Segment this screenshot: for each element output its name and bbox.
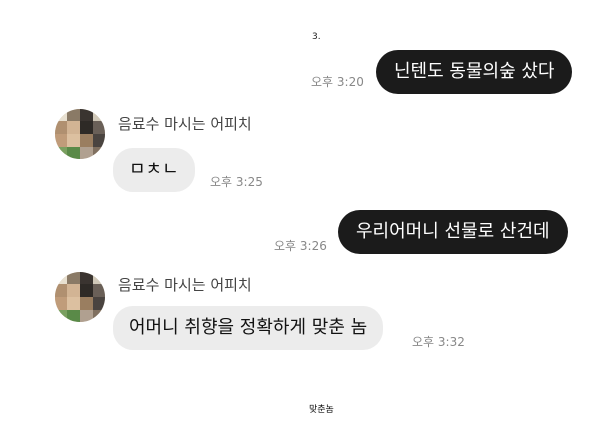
sender-avatar[interactable] (55, 109, 105, 159)
incoming-message-bubble[interactable]: ㅁㅊㄴ (113, 148, 195, 192)
sender-name: 음료수 마시는 어피치 (118, 276, 252, 294)
message-timestamp: 오후 3:32 (412, 335, 465, 349)
sender-avatar[interactable] (55, 272, 105, 322)
incoming-message-bubble[interactable]: 어머니 취향을 정확하게 맞춘 놈 (113, 306, 384, 350)
pixelated-avatar-icon (55, 109, 105, 159)
section-number: 3. (312, 32, 321, 42)
pixelated-avatar-icon (55, 272, 105, 322)
message-timestamp: 오후 3:26 (274, 239, 327, 253)
message-timestamp: 오후 3:20 (311, 75, 364, 89)
image-caption: 맞춘놈 (309, 405, 334, 415)
message-timestamp: 오후 3:25 (210, 175, 263, 189)
outgoing-message-bubble[interactable]: 닌텐도 동물의숲 샀다 (376, 50, 573, 94)
outgoing-message-bubble[interactable]: 우리어머니 선물로 산건데 (338, 210, 568, 254)
sender-name: 음료수 마시는 어피치 (118, 115, 252, 133)
